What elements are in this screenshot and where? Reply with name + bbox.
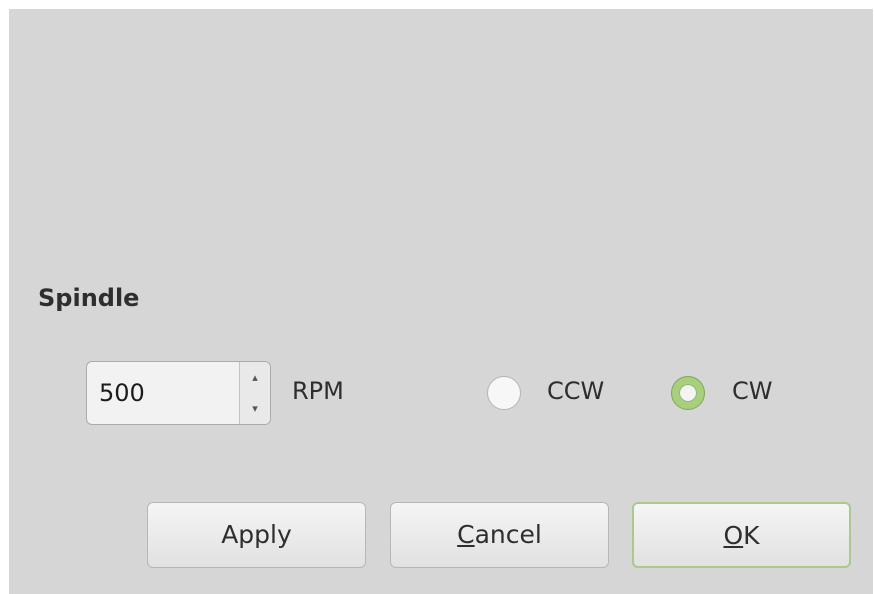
radio-selected-dot-icon <box>679 384 697 402</box>
rpm-value[interactable]: 500 <box>99 362 145 424</box>
ok-button-label: K <box>743 521 760 550</box>
dialog-window: Spindle 500 ▴ ▾ RPM CCW CW Apply Cancel … <box>9 9 873 594</box>
decrement-arrow-icon[interactable]: ▾ <box>240 393 270 424</box>
apply-button-label: Apply <box>221 520 292 549</box>
ok-mnemonic: O <box>723 521 744 550</box>
apply-button[interactable]: Apply <box>147 502 366 568</box>
ok-button[interactable]: OK <box>632 502 851 568</box>
cw-radio-label[interactable]: CW <box>732 377 773 405</box>
section-title: Spindle <box>38 284 140 312</box>
cancel-button-label: ancel <box>474 520 542 549</box>
rpm-unit-label: RPM <box>292 377 344 405</box>
cancel-mnemonic: C <box>457 520 475 549</box>
rpm-spinbox[interactable]: 500 ▴ ▾ <box>86 361 271 425</box>
spin-arrows: ▴ ▾ <box>239 362 270 424</box>
ccw-radio-label[interactable]: CCW <box>547 377 604 405</box>
cancel-button[interactable]: Cancel <box>390 502 609 568</box>
ccw-radio[interactable] <box>487 376 521 410</box>
cw-radio[interactable] <box>671 376 705 410</box>
increment-arrow-icon[interactable]: ▴ <box>240 362 270 393</box>
